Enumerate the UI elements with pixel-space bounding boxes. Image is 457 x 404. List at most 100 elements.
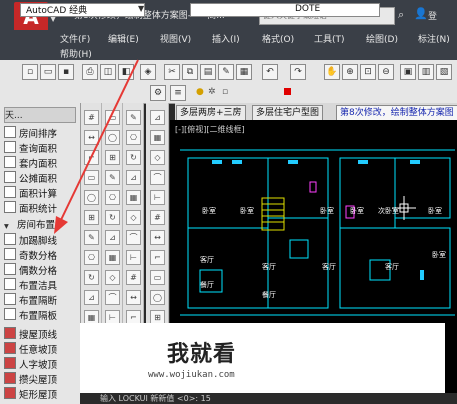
panel-item-room-layout[interactable]: ▾ 房间布置: [4, 217, 55, 232]
annotation-tool-icon[interactable]: #: [126, 270, 141, 285]
tangent-tool-icon[interactable]: ◯: [105, 130, 120, 145]
panel-item-odd-grid[interactable]: 奇数分格: [4, 248, 57, 263]
3d-icon[interactable]: ◈: [140, 64, 156, 80]
modify-tool-icon[interactable]: ↻: [84, 270, 99, 285]
undo-icon[interactable]: ↶: [262, 64, 278, 80]
tangent-tool-icon[interactable]: ▭: [105, 110, 120, 125]
tool-palettes-icon[interactable]: ▧: [436, 64, 452, 80]
modify-tool-icon[interactable]: ⎔: [84, 250, 99, 265]
tab-drawing-2[interactable]: 多层住宅户型图: [252, 105, 324, 121]
annotation-tool-icon[interactable]: ↔: [126, 290, 141, 305]
modify-tool-icon[interactable]: #: [84, 110, 99, 125]
menu-edit[interactable]: 编辑(E): [108, 32, 139, 45]
tangent-tool-icon[interactable]: ✎: [105, 170, 120, 185]
draw-tool-icon[interactable]: ◯: [150, 290, 165, 305]
zoom-window-icon[interactable]: ⊡: [360, 64, 376, 80]
settings-icon[interactable]: ⚙: [150, 85, 166, 101]
panel-item-roof-line[interactable]: 搜屋顶线: [4, 327, 57, 342]
panel-item-partition[interactable]: 布置隔断: [4, 293, 57, 308]
annotation-tool-icon[interactable]: ⊿: [126, 170, 141, 185]
zoom-realtime-icon[interactable]: ⊕: [342, 64, 358, 80]
copy-icon[interactable]: ⧉: [182, 64, 198, 80]
draw-tool-icon[interactable]: ⊿: [150, 110, 165, 125]
block-editor-icon[interactable]: ▦: [236, 64, 252, 80]
annotation-tool-icon[interactable]: ⎔: [126, 130, 141, 145]
save-icon[interactable]: ▪: [58, 64, 74, 80]
annotation-tool-icon[interactable]: ▦: [126, 190, 141, 205]
layer-manager-icon[interactable]: ≡: [170, 85, 186, 101]
menu-draw[interactable]: 绘图(D): [366, 32, 398, 45]
modify-tool-icon[interactable]: ✎: [84, 230, 99, 245]
panel-item-query-area[interactable]: 查询面积: [4, 141, 57, 156]
menu-tools[interactable]: 工具(T): [314, 32, 345, 45]
print-icon[interactable]: ⎙: [82, 64, 98, 80]
draw-tool-icon[interactable]: ◇: [150, 150, 165, 165]
cut-icon[interactable]: ✂: [164, 64, 180, 80]
lock-icon[interactable]: ▫: [222, 87, 228, 97]
menu-help[interactable]: 帮助(H): [60, 47, 92, 60]
open-folder-icon[interactable]: ▭: [40, 64, 56, 80]
draw-tool-icon[interactable]: ⌒: [150, 170, 165, 185]
panel-item-baseboard[interactable]: 加踢脚线: [4, 233, 57, 248]
menu-dimension[interactable]: 标注(N): [418, 32, 450, 45]
panel-item-inner-area[interactable]: 套内面积: [4, 156, 57, 171]
draw-tool-icon[interactable]: #: [150, 210, 165, 225]
annotation-tool-icon[interactable]: ↻: [126, 150, 141, 165]
panel-item-pyramid-roof[interactable]: 攒尖屋顶: [4, 372, 57, 387]
draw-tool-icon[interactable]: ▭: [150, 270, 165, 285]
properties-icon[interactable]: ▣: [400, 64, 416, 80]
tangent-tool-icon[interactable]: ⊿: [105, 230, 120, 245]
panel-item-rect-roof[interactable]: 矩形屋顶: [4, 387, 57, 402]
panel-item-fixtures[interactable]: 布置洁具: [4, 278, 57, 293]
publish-icon[interactable]: ◧: [118, 64, 134, 80]
menu-view[interactable]: 视图(V): [160, 32, 191, 45]
annotation-tool-icon[interactable]: ⌒: [126, 230, 141, 245]
tangent-tool-icon[interactable]: ⊞: [105, 150, 120, 165]
tab-drawing-3[interactable]: 第8次修改，绘制整体方案图: [336, 105, 457, 121]
draw-tool-icon[interactable]: ↔: [150, 230, 165, 245]
modify-tool-icon[interactable]: ◯: [84, 190, 99, 205]
menu-format[interactable]: 格式(O): [262, 32, 294, 45]
tab-drawing-1[interactable]: 多层两房+三房: [176, 105, 246, 121]
match-properties-icon[interactable]: ✎: [218, 64, 234, 80]
new-file-icon[interactable]: ▫: [22, 64, 38, 80]
tangent-tool-icon[interactable]: ↻: [105, 210, 120, 225]
modify-tool-icon[interactable]: ⊿: [84, 290, 99, 305]
tangent-tool-icon[interactable]: ⌒: [105, 290, 120, 305]
panel-item-area-stats[interactable]: 面积统计: [4, 201, 57, 216]
panel-item-any-slope[interactable]: 任意坡顶: [4, 342, 57, 357]
redo-icon[interactable]: ↷: [290, 64, 306, 80]
workspace-dropdown[interactable]: AutoCAD 经典: [20, 3, 145, 17]
modify-tool-icon[interactable]: ⊞: [84, 210, 99, 225]
draw-tool-icon[interactable]: ⌐: [150, 250, 165, 265]
draw-tool-icon[interactable]: ▦: [150, 130, 165, 145]
search-icon[interactable]: ⌕: [398, 8, 404, 22]
menu-insert[interactable]: 插入(I): [212, 32, 240, 45]
layer-dropdown[interactable]: [190, 3, 380, 17]
user-icon[interactable]: 👤: [414, 7, 428, 20]
print-preview-icon[interactable]: ◫: [100, 64, 116, 80]
paste-icon[interactable]: ▤: [200, 64, 216, 80]
tangent-tool-icon[interactable]: ◇: [105, 270, 120, 285]
login-button[interactable]: 登: [428, 9, 437, 22]
modify-tool-icon[interactable]: ⌐: [84, 150, 99, 165]
panel-item-room-sort[interactable]: 房间排序: [4, 126, 57, 141]
draw-tool-icon[interactable]: ⊢: [150, 190, 165, 205]
modify-tool-icon[interactable]: ↔: [84, 130, 99, 145]
annotation-tool-icon[interactable]: ✎: [126, 110, 141, 125]
annotation-tool-icon[interactable]: ⊢: [126, 250, 141, 265]
panel-item-shared-area[interactable]: 公摊面积: [4, 171, 57, 186]
pan-icon[interactable]: ✋: [324, 64, 340, 80]
panel-item-gable-roof[interactable]: 人字坡顶: [4, 357, 57, 372]
chevron-down-icon[interactable]: ▼: [138, 4, 144, 13]
sun-icon[interactable]: ✲: [208, 87, 216, 97]
modify-tool-icon[interactable]: ▭: [84, 170, 99, 185]
viewport-label[interactable]: [-][俯视][二维线框]: [175, 124, 245, 135]
lightbulb-icon[interactable]: ●: [196, 87, 204, 97]
panel-item-area-calc[interactable]: 面积计算: [4, 186, 57, 201]
annotation-tool-icon[interactable]: ◇: [126, 210, 141, 225]
tangent-tool-icon[interactable]: ⎔: [105, 190, 120, 205]
design-center-icon[interactable]: ▥: [418, 64, 434, 80]
panel-item-even-grid[interactable]: 偶数分格: [4, 263, 57, 278]
tangent-tool-icon[interactable]: ▦: [105, 250, 120, 265]
